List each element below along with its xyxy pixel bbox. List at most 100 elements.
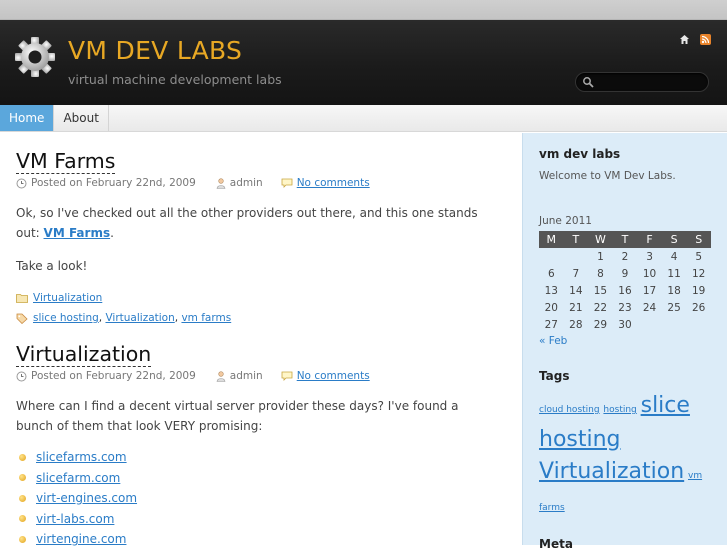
user-icon: [216, 370, 226, 382]
link-list: slicefarms.com slicefarm.com virt-engine…: [16, 447, 522, 550]
tag-cloud-link[interactable]: hosting: [603, 405, 636, 415]
list-item: slicefarm.com: [16, 468, 522, 489]
list-item: virt-labs.com: [16, 509, 522, 530]
calendar-day: 22: [593, 301, 608, 314]
post: Virtualization Posted on February 22nd, …: [16, 342, 522, 550]
calendar-day: 1: [597, 250, 604, 263]
list-item: virtengine.com: [16, 529, 522, 550]
calendar-week: 1 2 3 4 5: [539, 248, 711, 265]
calendar-day: 27: [544, 318, 558, 331]
calendar-day: 5: [695, 250, 703, 263]
search-icon: [583, 77, 594, 88]
tag-link[interactable]: vm farms: [181, 312, 231, 324]
bullet-icon: [19, 474, 26, 482]
site-tagline: virtual machine development labs: [68, 72, 282, 87]
calendar-day: [637, 316, 662, 333]
category-link[interactable]: Virtualization: [33, 292, 102, 304]
clock-icon: [16, 371, 27, 381]
post-body: Ok, so I've checked out all the other pr…: [16, 203, 491, 243]
post: VM Farms Posted on February 22nd, 2009 a…: [16, 133, 522, 325]
top-strip: [0, 0, 727, 20]
tag-cloud: cloud hosting hosting slice hosting Virt…: [539, 391, 711, 523]
calendar-day-header: T: [563, 231, 589, 248]
calendar-day: 8: [597, 267, 604, 280]
site-title[interactable]: VM DEV LABS: [68, 36, 242, 65]
post-meta: Posted on February 22nd, 2009 admin No c…: [16, 369, 522, 383]
calendar-caption: June 2011: [539, 215, 592, 227]
comment-icon: [281, 371, 293, 381]
folder-icon: [16, 294, 28, 303]
search-input[interactable]: [598, 76, 703, 88]
comments-link[interactable]: No comments: [297, 370, 370, 382]
calendar-day: 12: [692, 267, 706, 280]
calendar-day: 16: [618, 284, 632, 297]
tags-heading: Tags: [539, 369, 570, 383]
gear-logo-icon: [15, 37, 55, 77]
post-body-period: .: [110, 226, 114, 240]
bullet-icon: [19, 515, 26, 523]
tag-cloud-link[interactable]: slice hosting: [539, 393, 690, 452]
post-title[interactable]: VM Farms: [16, 149, 116, 174]
tag-icon: [16, 313, 28, 324]
rss-icon[interactable]: [700, 34, 711, 45]
vm-farms-link[interactable]: VM Farms: [44, 226, 111, 240]
comments-link[interactable]: No comments: [297, 177, 370, 189]
calendar-day: 15: [593, 284, 608, 297]
tag-link[interactable]: slice hosting: [33, 312, 99, 324]
post-tags: slice hosting, Virtualization, vm farms: [16, 311, 522, 325]
post-date: Posted on February 22nd, 2009: [31, 177, 196, 189]
bullet-icon: [19, 535, 26, 543]
post-author: admin: [229, 370, 263, 382]
calendar-day: 24: [642, 301, 657, 314]
tag-cloud-link[interactable]: Virtualization: [539, 459, 684, 484]
calendar-day: 7: [572, 267, 580, 280]
calendar-prev-link[interactable]: « Feb: [539, 335, 567, 347]
tag-link[interactable]: Virtualization: [105, 312, 174, 324]
post-meta: Posted on February 22nd, 2009 admin No c…: [16, 176, 522, 190]
sidebar-about-text: Welcome to VM Dev Labs.: [539, 170, 676, 182]
calendar-week: 20 21 22 23 24 25 26: [539, 299, 711, 316]
main-content: VM Farms Posted on February 22nd, 2009 a…: [0, 133, 522, 546]
calendar-day: 19: [692, 284, 706, 297]
calendar-day: 29: [593, 318, 608, 331]
post-body-2: Take a look!: [16, 259, 88, 273]
calendar-day: 2: [621, 250, 629, 263]
calendar-week: 27 28 29 30: [539, 316, 711, 333]
calendar-day: 25: [667, 301, 681, 314]
tag-separator: ,: [174, 312, 182, 324]
list-link[interactable]: slicefarm.com: [36, 471, 120, 485]
calendar-day: [662, 316, 687, 333]
calendar-day: 3: [646, 250, 653, 263]
calendar-day: [686, 316, 711, 333]
post-title[interactable]: Virtualization: [16, 342, 152, 367]
calendar-day: [539, 248, 564, 265]
calendar-day: 18: [667, 284, 681, 297]
list-item: slicefarms.com: [16, 447, 522, 468]
list-link[interactable]: virtengine.com: [36, 532, 126, 546]
calendar-day: 20: [544, 301, 558, 314]
home-icon[interactable]: [679, 34, 690, 45]
list-item: virt-engines.com: [16, 488, 522, 509]
sidebar-about-heading: vm dev labs: [539, 147, 621, 161]
bullet-icon: [19, 494, 26, 502]
calendar-day-header: S: [686, 231, 711, 248]
post-body: Where can I find a decent virtual server…: [16, 399, 459, 433]
list-link[interactable]: virt-labs.com: [36, 512, 114, 526]
sidebar: vm dev labs Welcome to VM Dev Labs. June…: [522, 133, 727, 551]
tag-cloud-link[interactable]: cloud hosting: [539, 405, 600, 415]
calendar-day: 23: [618, 301, 632, 314]
bullet-icon: [19, 453, 26, 461]
post-category: Virtualization: [16, 291, 522, 305]
calendar-day: 9: [621, 267, 629, 280]
calendar-day: [564, 248, 589, 265]
calendar-day: 30: [618, 318, 632, 331]
main-nav: Home About: [0, 105, 727, 132]
nav-item-home[interactable]: Home: [0, 105, 55, 131]
list-link[interactable]: slicefarms.com: [36, 450, 127, 464]
calendar-day-header: W: [588, 231, 613, 248]
nav-item-about[interactable]: About: [54, 105, 109, 131]
search-box[interactable]: [575, 72, 709, 92]
calendar-day: 14: [569, 284, 583, 297]
list-link[interactable]: virt-engines.com: [36, 491, 137, 505]
calendar-week: 6 7 8 9 10 11 12: [539, 265, 711, 282]
